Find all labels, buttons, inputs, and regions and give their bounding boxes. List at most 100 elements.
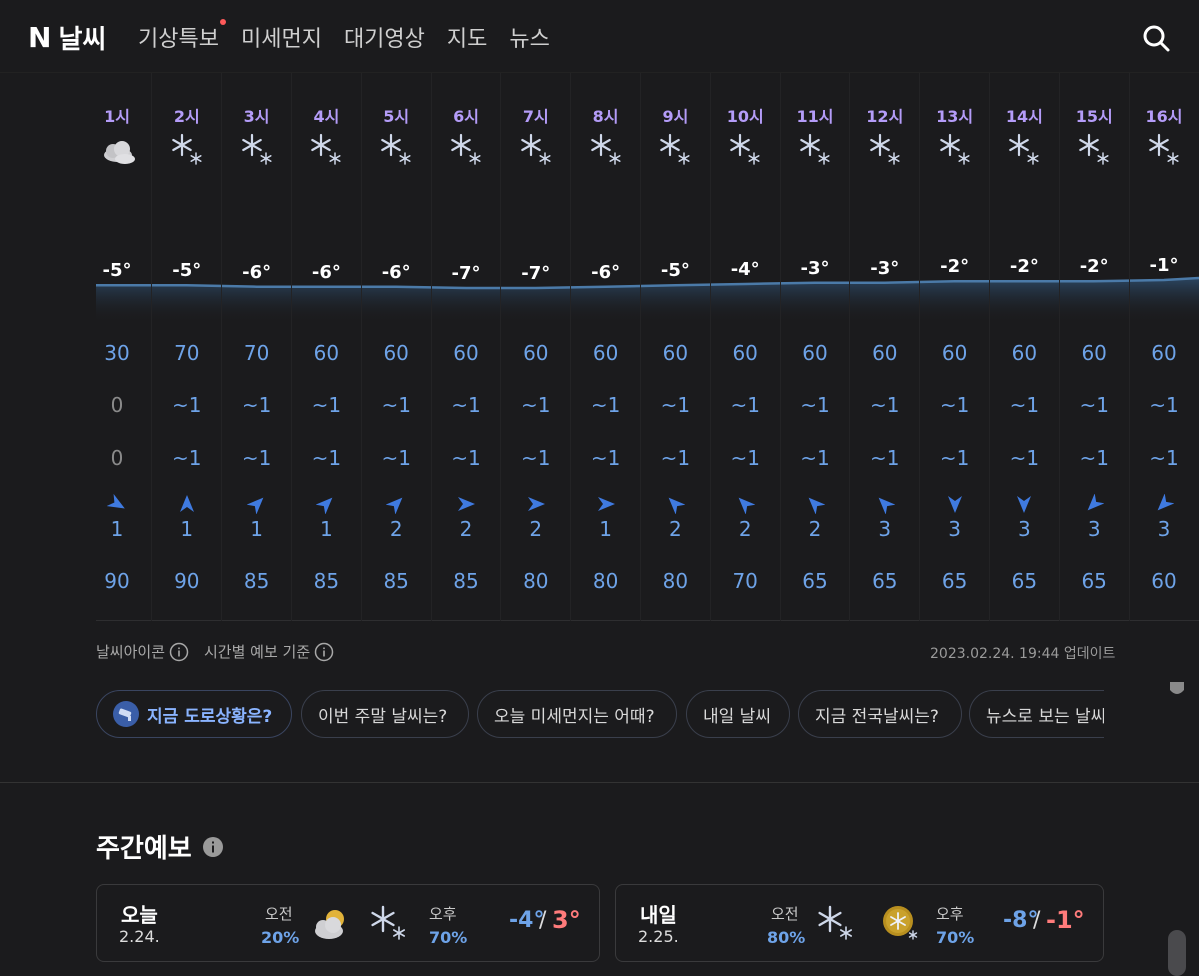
snowfall-amount: ~1 <box>451 446 481 470</box>
pm-label: 오후 <box>429 905 457 923</box>
rainfall-amount: ~1 <box>451 393 481 417</box>
hour-label: 4시 <box>313 107 340 126</box>
snow-icon <box>1009 133 1039 165</box>
pm-precip-pct: 70% <box>936 928 975 947</box>
nav-item-news[interactable]: 뉴스 <box>509 21 549 53</box>
snow-icon <box>381 133 411 165</box>
column-divider <box>709 73 711 621</box>
wind-speed: 3 <box>1018 517 1031 541</box>
weekly-title-text: 주간예보 <box>96 834 192 864</box>
hour-label: 7시 <box>522 107 549 126</box>
info-icon[interactable] <box>202 836 224 858</box>
page-scrollbar[interactable] <box>1168 930 1186 976</box>
snowfall-amount: ~1 <box>590 446 621 470</box>
humidity: 85 <box>243 569 270 593</box>
new-badge-dot <box>219 19 226 25</box>
wind-speed: 3 <box>1087 517 1101 541</box>
cloudy-icon <box>104 141 135 164</box>
day-name: 내일 <box>640 903 677 927</box>
rainfall-amount: ~1 <box>311 393 342 417</box>
precip-probability: 70 <box>243 341 270 365</box>
logo[interactable]: N 날씨 <box>28 20 106 55</box>
wind-direction-icon <box>458 497 475 511</box>
snow-icon <box>241 133 272 165</box>
high-temp: 3° <box>552 906 581 934</box>
temperature-label: -5° <box>660 260 690 282</box>
hour-column: 10시 -4° 60 ~1 ~1 2 70 <box>710 73 780 621</box>
rainfall-amount: ~1 <box>939 393 970 417</box>
wind-speed: 3 <box>1157 517 1171 541</box>
chip-tomorrow-weather[interactable]: 내일 날씨 <box>686 690 790 738</box>
precip-probability: 60 <box>313 341 340 365</box>
snow-icon <box>660 133 690 165</box>
temperature-label: -7° <box>521 263 551 284</box>
hour-column: 2시 -5° 70 ~1 ~1 1 90 <box>152 73 222 621</box>
wind-speed: 2 <box>738 517 752 541</box>
suggestion-chips: 지금 도로상황은? 이번 주말 날씨는? 오늘 미세먼지는 어때? 내일 날씨 … <box>96 690 1104 740</box>
wind-speed: 1 <box>110 517 124 541</box>
snow-icon <box>1149 133 1179 165</box>
hour-column: 6시 -7° 60 ~1 ~1 2 85 <box>431 73 501 621</box>
wind-speed: 2 <box>529 517 543 541</box>
precip-probability: 60 <box>662 341 689 365</box>
wind-speed: 2 <box>459 517 473 541</box>
snowfall-amount: ~1 <box>660 446 691 470</box>
hour-label: 11시 <box>796 107 834 126</box>
wind-speed: 3 <box>878 517 892 541</box>
snow-icon <box>311 133 341 165</box>
search-icon <box>1143 25 1170 52</box>
nav-item-warnings[interactable]: 기상특보 <box>138 19 226 53</box>
rainfall-amount: ~1 <box>870 393 900 417</box>
wind-direction-icon <box>738 497 756 514</box>
temperature-label: -7° <box>451 263 481 284</box>
temp-slash: / <box>539 908 547 933</box>
chip-road-status[interactable]: 지금 도로상황은? <box>96 690 292 738</box>
precip-probability: 60 <box>1011 341 1038 365</box>
hour-column: 12시 -3° 60 ~1 ~1 3 65 <box>850 73 920 621</box>
wind-speed: 3 <box>948 517 961 541</box>
humidity: 85 <box>383 569 409 593</box>
chip-weather-news[interactable]: 뉴스로 보는 날씨 <box>969 690 1104 738</box>
precip-probability: 70 <box>174 341 200 365</box>
chip-fine-dust[interactable]: 오늘 미세먼지는 어때? <box>477 690 677 738</box>
temperature-label: -5° <box>172 260 202 282</box>
chip-weekend-weather[interactable]: 이번 주말 날씨는? <box>301 690 469 738</box>
humidity: 85 <box>313 569 340 593</box>
snowfall-amount: ~1 <box>1009 446 1040 470</box>
wind-speed: 2 <box>389 517 403 541</box>
day-card-tomorrow[interactable]: 내일 2.25. 오전 80% 오후 70% -8° / -1° <box>615 884 1104 962</box>
weather-icon-info[interactable]: 날씨아이콘 <box>96 641 189 662</box>
wind-direction-icon <box>527 497 545 511</box>
forecast-basis-info[interactable]: 시간별 예보 기준 <box>204 641 334 662</box>
column-divider <box>290 73 292 621</box>
wind-direction-icon <box>179 495 194 512</box>
nav-item-map[interactable]: 지도 <box>447 21 487 53</box>
precip-probability: 30 <box>104 341 130 365</box>
column-divider <box>849 73 851 621</box>
column-divider <box>779 73 781 621</box>
precip-probability: 60 <box>523 341 549 365</box>
scroll-indicator-icon[interactable] <box>1168 680 1186 698</box>
rainfall-amount: 0 <box>110 393 124 417</box>
partly-cloudy-icon <box>315 910 344 939</box>
chip-national-weather[interactable]: 지금 전국날씨는? <box>798 690 962 738</box>
sun-snow-icon <box>883 906 918 940</box>
humidity: 90 <box>104 569 130 593</box>
precip-probability: 60 <box>732 341 758 365</box>
wind-direction-icon <box>1157 494 1174 511</box>
humidity: 60 <box>1151 569 1177 593</box>
temperature-label: -6° <box>591 261 621 283</box>
precip-probability: 60 <box>383 341 409 365</box>
humidity: 65 <box>1081 569 1107 593</box>
snowfall-amount: ~1 <box>172 446 202 470</box>
humidity: 65 <box>872 569 898 593</box>
hour-column: 14시 -2° 60 ~1 ~1 3 65 <box>989 73 1059 621</box>
nav-item-fine-dust[interactable]: 미세먼지 <box>241 21 322 53</box>
day-card-today[interactable]: 오늘 2.24. 오전 20% 오후 70% -4° / 3° <box>96 884 600 962</box>
nav-item-air-image[interactable]: 대기영상 <box>344 21 425 53</box>
am-label: 오전 <box>265 905 293 923</box>
hour-label: 5시 <box>383 107 410 126</box>
search-button[interactable] <box>1140 22 1172 54</box>
temperature-label: -6° <box>311 261 341 283</box>
precip-probability: 60 <box>1151 341 1177 365</box>
